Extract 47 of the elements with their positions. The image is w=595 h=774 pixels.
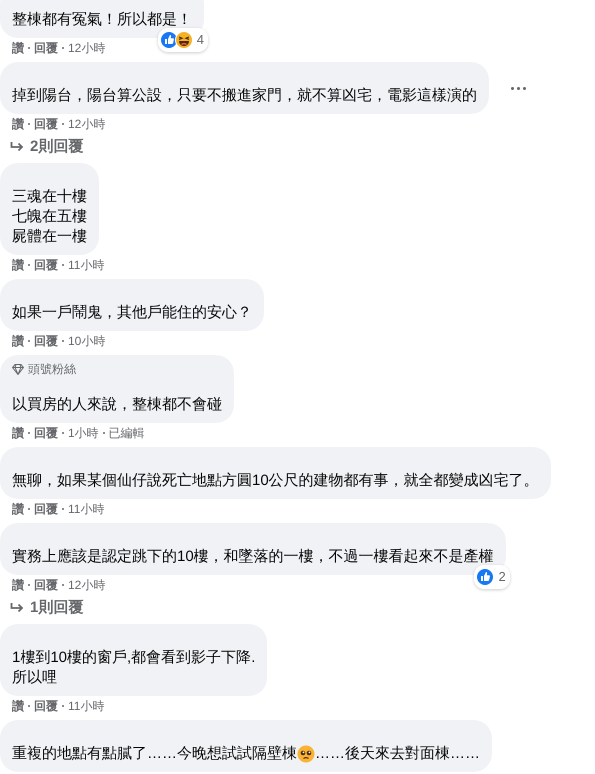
reply-arrow-icon (10, 602, 24, 614)
comment-text: 如果一戶鬧鬼，其他戶能住的安心？ (12, 303, 252, 323)
comment-text: ……後天來去對面棟…… (315, 744, 480, 764)
comment-text: 七魄在五樓 (12, 207, 87, 227)
reaction-summary[interactable]: 2 (474, 565, 510, 589)
reply-link[interactable]: 回覆 (34, 698, 58, 714)
comment-text: 1樓到10樓的窗戶,都會看到影子下降. (12, 648, 256, 668)
timestamp-link[interactable]: 12小時 (68, 577, 106, 593)
like-link[interactable]: 讚 (12, 40, 24, 56)
reply-arrow-icon (10, 141, 24, 153)
reply-link[interactable]: 回覆 (34, 577, 58, 593)
reply-link[interactable]: 回覆 (34, 257, 58, 273)
comment-text: 以買房的人來說，整棟都不會碰 (12, 395, 222, 415)
timestamp-link[interactable]: 11小時 (68, 501, 104, 517)
comment-text: 實務上應該是認定跳下的10樓，和墜落的一樓，不過一樓看起來不是產權 (12, 547, 494, 567)
like-link[interactable]: 讚 (12, 257, 24, 273)
edited-label: 已編輯 (108, 425, 145, 441)
view-replies-link[interactable]: 2則回覆 (0, 132, 595, 157)
like-link[interactable]: 讚 (12, 425, 24, 441)
view-replies-link[interactable]: 1則回覆 (0, 593, 595, 618)
timestamp-link[interactable]: 11小時 (68, 257, 104, 273)
reply-link[interactable]: 回覆 (34, 501, 58, 517)
like-link[interactable]: 讚 (12, 577, 24, 593)
comment-text: 無聊，如果某個仙仔說死亡地點方圓10公尺的建物都有事，就全都變成凶宅了。 (12, 471, 539, 491)
like-link[interactable]: 讚 (12, 333, 24, 349)
reply-link[interactable]: 回覆 (34, 40, 58, 56)
badge-label: 頭號粉絲 (28, 361, 76, 377)
timestamp-link[interactable]: 10小時 (68, 333, 106, 349)
timestamp-link[interactable]: 11小時 (68, 698, 104, 714)
diamond-icon (12, 364, 24, 374)
timestamp-link[interactable]: 12小時 (68, 116, 106, 132)
pleading-face-icon (297, 745, 315, 763)
like-link[interactable]: 讚 (12, 698, 24, 714)
like-link[interactable]: 讚 (12, 501, 24, 517)
comment-text: 屍體在一樓 (12, 227, 87, 247)
reply-link[interactable]: 回覆 (34, 116, 58, 132)
like-link[interactable]: 讚 (12, 116, 24, 132)
comment-text: 掉到陽台，陽台算公設，只要不搬進家門，就不算凶宅，電影這樣演的 (12, 86, 477, 106)
timestamp-link[interactable]: 1小時 (68, 425, 99, 441)
comment-text: 重複的地點有點膩了……今晚想試試隔壁棟 (12, 744, 297, 764)
timestamp-link[interactable]: 12小時 (68, 40, 106, 56)
comment-text: 所以哩 (12, 668, 58, 688)
reaction-summary[interactable]: 4 (158, 28, 208, 52)
reply-link[interactable]: 回覆 (34, 333, 58, 349)
reply-link[interactable]: 回覆 (34, 425, 58, 441)
comment-text: 整棟都有冤氣！所以都是！ (12, 10, 192, 30)
comment-text: 三魂在十樓 (12, 187, 87, 207)
